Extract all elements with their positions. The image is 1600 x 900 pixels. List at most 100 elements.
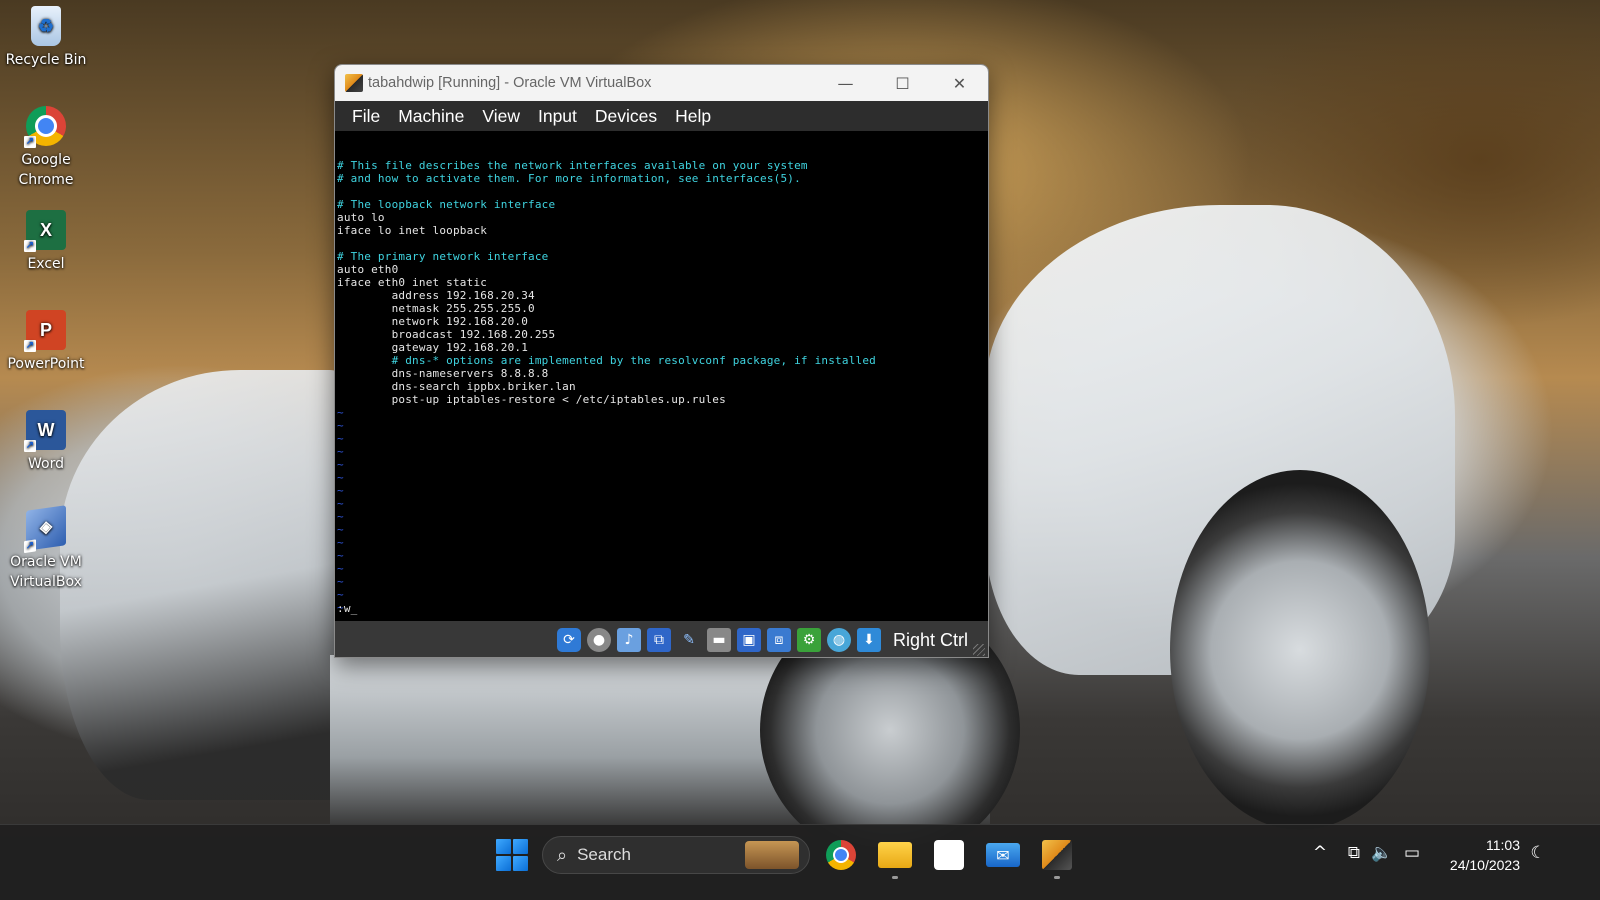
console-text: # This file describes the network interf… bbox=[337, 159, 988, 614]
network-status-icon[interactable]: ⧉ bbox=[1342, 843, 1366, 863]
menu-file[interactable]: File bbox=[343, 101, 389, 131]
vim-empty-line-tilde: ~ bbox=[337, 549, 344, 562]
shared-folders-icon[interactable]: ▬ bbox=[706, 628, 731, 652]
virtualbox-vm-window[interactable]: tabahdwip [Running] - Oracle VM VirtualB… bbox=[334, 64, 989, 658]
recycle-bin-icon: ♻ bbox=[31, 6, 61, 46]
vm-console-screen[interactable]: # This file describes the network interf… bbox=[335, 131, 988, 621]
running-indicator bbox=[1054, 876, 1060, 879]
vim-empty-line-tilde: ~ bbox=[337, 458, 344, 471]
powerpoint-icon: P ↗ bbox=[24, 310, 66, 352]
clock-time: 11:03 bbox=[1486, 837, 1520, 853]
show-hidden-icons-chevron-icon[interactable]: ^ bbox=[1308, 843, 1332, 863]
display-icon[interactable]: ▣ bbox=[736, 628, 761, 652]
resize-grip[interactable] bbox=[973, 644, 985, 656]
cpu-icon[interactable]: ⚙ bbox=[796, 628, 821, 652]
start-button[interactable] bbox=[496, 839, 528, 871]
console-line: auto eth0 bbox=[337, 263, 399, 276]
taskbar-search[interactable]: ⌕ Search bbox=[542, 836, 810, 874]
vim-empty-line-tilde: ~ bbox=[337, 445, 344, 458]
menu-help[interactable]: Help bbox=[666, 101, 720, 131]
shortcut-arrow-icon: ↗ bbox=[24, 440, 36, 452]
console-line: # and how to activate them. For more inf… bbox=[337, 172, 801, 185]
search-icon: ⌕ bbox=[557, 844, 568, 865]
maximize-button[interactable]: ☐ bbox=[874, 65, 931, 101]
desktop-icon-label: Google Chrome bbox=[18, 152, 74, 188]
vim-empty-line-tilde: ~ bbox=[337, 471, 344, 484]
desktop-icon-recycle-bin[interactable]: ♻ Recycle Bin bbox=[2, 6, 90, 70]
taskbar: ⌕ Search ✉ ^ ⧉ 🔈 ▭ 11:03 24/10/2023 ☾ bbox=[0, 824, 1600, 900]
console-line: # The primary network interface bbox=[337, 250, 549, 263]
console-line: iface eth0 inet static bbox=[337, 276, 488, 289]
guest-additions-icon[interactable]: ◍ bbox=[826, 628, 851, 652]
vim-command-line: :w_ bbox=[337, 602, 358, 615]
vim-empty-line-tilde: ~ bbox=[337, 497, 344, 510]
console-line: post-up iptables-restore < /etc/iptables… bbox=[337, 393, 726, 406]
menu-devices[interactable]: Devices bbox=[586, 101, 666, 131]
shortcut-arrow-icon: ↗ bbox=[24, 240, 36, 252]
hard-disk-icon[interactable]: ⟳ bbox=[556, 628, 581, 652]
vim-empty-line-tilde: ~ bbox=[337, 588, 344, 601]
excel-icon: X ↗ bbox=[24, 210, 66, 252]
vm-status-bar: ⟳ ● ♪ ⧉ ✎ ▬ ▣ ⧈ ⚙ ◍ ⬇ Right Ctrl bbox=[335, 621, 988, 657]
vim-empty-line-tilde: ~ bbox=[337, 484, 344, 497]
close-button[interactable]: ✕ bbox=[931, 65, 988, 101]
vim-empty-line-tilde: ~ bbox=[337, 432, 344, 445]
windows-logo-tile bbox=[513, 839, 528, 854]
console-line: iface lo inet loopback bbox=[337, 224, 488, 237]
minimize-button[interactable]: — bbox=[817, 65, 874, 101]
vim-empty-line-tilde: ~ bbox=[337, 419, 344, 432]
optical-drive-icon[interactable]: ● bbox=[586, 628, 611, 652]
desktop-icon-excel[interactable]: X ↗ Excel bbox=[2, 210, 90, 274]
window-controls: — ☐ ✕ bbox=[817, 65, 988, 101]
vbox-glyph: ◈ bbox=[39, 518, 53, 537]
word-icon: W ↗ bbox=[24, 410, 66, 452]
vim-empty-line-tilde: ~ bbox=[337, 562, 344, 575]
wallpaper-car-front bbox=[60, 370, 360, 800]
windows-logo-tile bbox=[513, 856, 528, 871]
word-glyph: W bbox=[37, 420, 55, 440]
console-line: address 192.168.20.34 bbox=[337, 289, 535, 302]
taskbar-mail-icon[interactable]: ✉ bbox=[986, 843, 1020, 867]
notification-moon-icon[interactable]: ☾ bbox=[1526, 843, 1550, 863]
battery-icon[interactable]: ▭ bbox=[1400, 843, 1424, 863]
shortcut-arrow-icon: ↗ bbox=[24, 136, 36, 148]
taskbar-virtualbox-icon[interactable] bbox=[1042, 840, 1072, 870]
taskbar-store-icon[interactable] bbox=[934, 840, 964, 870]
desktop-icon-virtualbox[interactable]: ◈ ↗ Oracle VM VirtualBox bbox=[2, 505, 90, 592]
menu-view[interactable]: View bbox=[473, 101, 529, 131]
mouse-integration-icon[interactable]: ⬇ bbox=[856, 628, 881, 652]
network-icon[interactable]: ⧉ bbox=[646, 628, 671, 652]
system-clock[interactable]: 11:03 24/10/2023 bbox=[1440, 835, 1520, 875]
desktop-icon-word[interactable]: W ↗ Word bbox=[2, 410, 90, 474]
console-line: # The loopback network interface bbox=[337, 198, 556, 211]
desktop-icon-powerpoint[interactable]: P ↗ PowerPoint bbox=[2, 310, 90, 374]
vim-empty-line-tilde: ~ bbox=[337, 406, 344, 419]
host-key-label: Right Ctrl bbox=[892, 629, 968, 650]
console-line: dns-nameservers 8.8.8.8 bbox=[337, 367, 549, 380]
menu-machine[interactable]: Machine bbox=[389, 101, 473, 131]
audio-icon[interactable]: ♪ bbox=[616, 628, 641, 652]
window-titlebar[interactable]: tabahdwip [Running] - Oracle VM VirtualB… bbox=[335, 65, 988, 101]
clock-date: 24/10/2023 bbox=[1449, 857, 1520, 873]
usb-icon[interactable]: ✎ bbox=[677, 628, 701, 652]
powerpoint-glyph: P bbox=[39, 320, 52, 340]
vim-empty-line-tilde: ~ bbox=[337, 510, 344, 523]
volume-icon[interactable]: 🔈 bbox=[1370, 843, 1394, 863]
windows-logo-tile bbox=[496, 856, 511, 871]
virtualbox-icon: ◈ ↗ bbox=[24, 505, 66, 554]
vim-empty-line-tilde: ~ bbox=[337, 536, 344, 549]
vim-empty-line-tilde: ~ bbox=[337, 601, 344, 614]
menu-input[interactable]: Input bbox=[529, 101, 586, 131]
recording-icon[interactable]: ⧈ bbox=[766, 628, 791, 652]
vim-empty-line-tilde: ~ bbox=[337, 523, 344, 536]
menu-bar: File Machine View Input Devices Help bbox=[335, 101, 988, 131]
console-line: dns-search ippbx.briker.lan bbox=[337, 380, 576, 393]
desktop-icon-label: PowerPoint bbox=[7, 356, 85, 372]
vim-empty-line-tilde: ~ bbox=[337, 575, 344, 588]
desktop-icon-google-chrome[interactable]: ↗ Google Chrome bbox=[2, 106, 90, 190]
window-title: tabahdwip [Running] - Oracle VM VirtualB… bbox=[368, 75, 652, 91]
taskbar-chrome-icon[interactable] bbox=[826, 840, 856, 870]
taskbar-file-explorer-icon[interactable] bbox=[878, 842, 912, 868]
